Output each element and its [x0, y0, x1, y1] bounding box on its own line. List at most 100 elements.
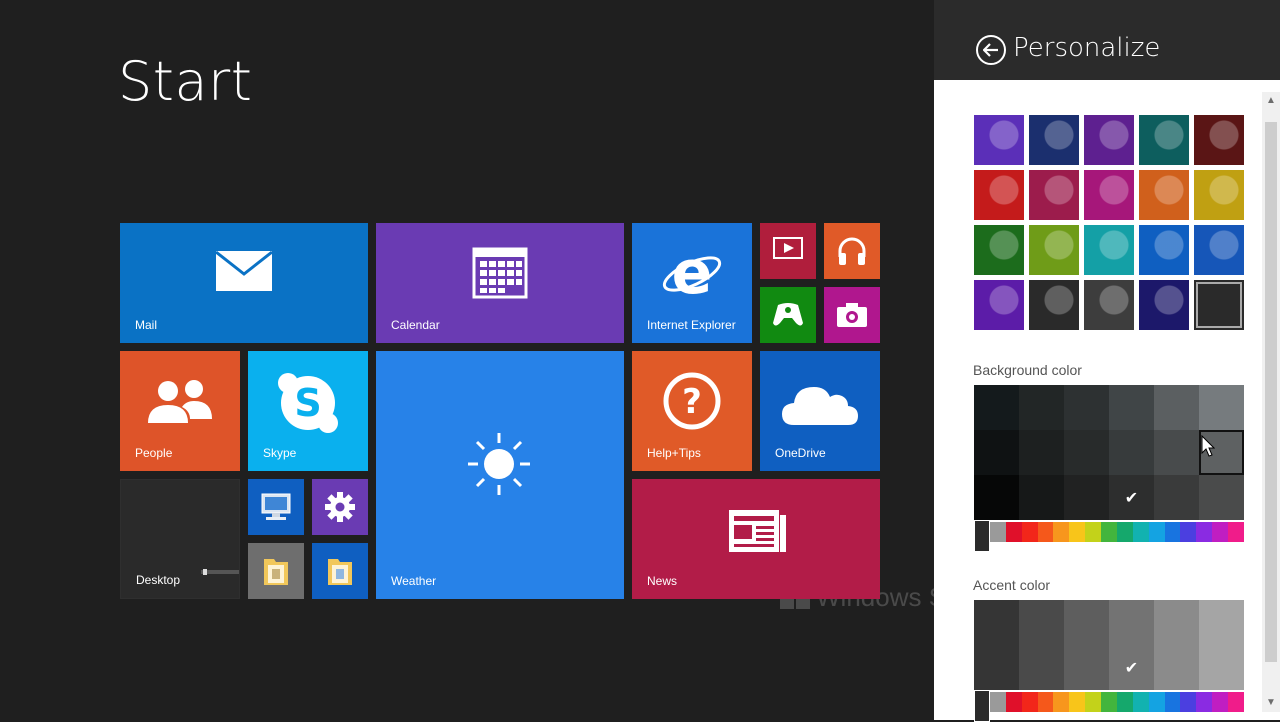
hue-segment[interactable] — [1037, 692, 1054, 712]
tile-onedrive[interactable]: OneDrive — [760, 351, 880, 471]
tile-video[interactable] — [760, 223, 816, 279]
pattern-option[interactable] — [1139, 225, 1189, 275]
tile-file-explorer-2[interactable] — [312, 543, 368, 599]
accent-color-swatch[interactable] — [1064, 645, 1109, 690]
hue-segment[interactable] — [1148, 692, 1165, 712]
hue-segment[interactable] — [1212, 522, 1228, 542]
background-color-swatch[interactable] — [974, 430, 1019, 475]
pattern-option[interactable] — [1139, 170, 1189, 220]
hue-segment[interactable] — [1116, 692, 1133, 712]
hue-segment[interactable] — [1085, 692, 1101, 712]
background-color-swatch[interactable] — [1154, 475, 1199, 520]
tile-skype[interactable]: S Skype — [248, 351, 368, 471]
hue-segment[interactable] — [1212, 692, 1228, 712]
background-color-swatch[interactable]: ✔ — [1109, 475, 1154, 520]
hue-segment[interactable] — [1005, 522, 1022, 542]
pattern-option[interactable] — [1084, 225, 1134, 275]
hue-segment[interactable] — [1196, 522, 1213, 542]
hue-segment[interactable] — [1228, 522, 1244, 542]
tile-calendar[interactable]: Calendar — [376, 223, 624, 343]
accent-color-swatch[interactable] — [1154, 645, 1199, 690]
hue-segment[interactable] — [1132, 692, 1149, 712]
hue-segment[interactable] — [989, 692, 1006, 712]
accent-color-swatch[interactable] — [1199, 645, 1244, 690]
pattern-option[interactable] — [1084, 170, 1134, 220]
hue-segment[interactable] — [1021, 692, 1038, 712]
tile-news[interactable]: News — [632, 479, 880, 599]
pattern-option[interactable] — [1084, 115, 1134, 165]
background-color-swatch[interactable] — [1064, 385, 1109, 430]
tile-file-explorer[interactable] — [248, 543, 304, 599]
accent-color-swatch[interactable] — [1064, 600, 1109, 645]
tile-mail[interactable]: Mail — [120, 223, 368, 343]
hue-segment[interactable] — [1053, 522, 1070, 542]
hue-segment[interactable] — [1196, 692, 1213, 712]
pattern-option[interactable] — [1084, 280, 1134, 330]
accent-color-swatch[interactable] — [1019, 645, 1064, 690]
background-color-swatch[interactable] — [1199, 475, 1244, 520]
background-color-swatch[interactable] — [1019, 385, 1064, 430]
background-color-swatch[interactable] — [1064, 430, 1109, 475]
background-color-swatch[interactable] — [1109, 385, 1154, 430]
background-color-swatch[interactable] — [1019, 475, 1064, 520]
background-color-swatch[interactable] — [974, 385, 1019, 430]
background-color-swatch[interactable] — [1109, 430, 1154, 475]
hue-segment[interactable] — [1180, 522, 1197, 542]
hue-segment[interactable] — [1116, 522, 1133, 542]
background-color-swatch[interactable] — [1199, 385, 1244, 430]
scroll-thumb[interactable] — [1265, 122, 1277, 662]
accent-hue-handle[interactable] — [974, 690, 990, 722]
tile-desktop[interactable]: Desktop — [120, 479, 240, 599]
background-color-swatch[interactable] — [1154, 385, 1199, 430]
hue-segment[interactable] — [1069, 522, 1086, 542]
hue-segment[interactable] — [1005, 692, 1022, 712]
panel-scrollbar[interactable]: ▲ ▼ — [1262, 92, 1280, 712]
tile-people[interactable]: People — [120, 351, 240, 471]
pattern-option[interactable] — [1139, 115, 1189, 165]
pattern-option[interactable] — [1029, 170, 1079, 220]
scroll-up-arrow-icon[interactable]: ▲ — [1262, 92, 1280, 110]
back-button[interactable] — [976, 35, 1006, 65]
hue-segment[interactable] — [1148, 522, 1165, 542]
hue-segment[interactable] — [1085, 522, 1101, 542]
tile-music[interactable] — [824, 223, 880, 279]
hue-segment[interactable] — [1180, 692, 1197, 712]
tile-pc-settings[interactable] — [312, 479, 368, 535]
hue-segment[interactable] — [1164, 692, 1181, 712]
pattern-option[interactable] — [1194, 280, 1244, 330]
hue-segment[interactable] — [1101, 522, 1117, 542]
accent-color-swatch[interactable] — [1199, 600, 1244, 645]
hue-segment[interactable] — [1053, 692, 1070, 712]
hue-segment[interactable] — [1101, 692, 1117, 712]
tile-help-tips[interactable]: ? Help+Tips — [632, 351, 752, 471]
accent-hue-slider[interactable] — [974, 692, 1244, 712]
hue-segment[interactable] — [1132, 522, 1149, 542]
accent-color-swatch[interactable] — [1154, 600, 1199, 645]
hue-segment[interactable] — [1164, 522, 1181, 542]
hue-segment[interactable] — [989, 522, 1006, 542]
background-color-swatch[interactable] — [974, 475, 1019, 520]
pattern-option[interactable] — [974, 170, 1024, 220]
hue-segment[interactable] — [1228, 692, 1244, 712]
hue-segment[interactable] — [1037, 522, 1054, 542]
pattern-option[interactable] — [1029, 280, 1079, 330]
tile-weather[interactable]: Weather — [376, 351, 624, 599]
background-hue-handle[interactable] — [974, 520, 990, 552]
tile-this-pc[interactable] — [248, 479, 304, 535]
background-color-swatch[interactable] — [1154, 430, 1199, 475]
background-color-swatch[interactable] — [1064, 475, 1109, 520]
pattern-option[interactable] — [1139, 280, 1189, 330]
pattern-option[interactable] — [1029, 115, 1079, 165]
background-hue-slider[interactable] — [974, 522, 1244, 542]
tile-games[interactable] — [760, 287, 816, 343]
scroll-down-arrow-icon[interactable]: ▼ — [1262, 694, 1280, 712]
accent-color-swatch[interactable] — [974, 600, 1019, 645]
background-color-swatch[interactable] — [1019, 430, 1064, 475]
accent-color-swatch[interactable] — [974, 645, 1019, 690]
tile-internet-explorer[interactable]: e Internet Explorer — [632, 223, 752, 343]
hue-segment[interactable] — [1069, 692, 1086, 712]
accent-color-swatch[interactable] — [1109, 600, 1154, 645]
hue-segment[interactable] — [1021, 522, 1038, 542]
pattern-option[interactable] — [1194, 170, 1244, 220]
pattern-option[interactable] — [974, 225, 1024, 275]
